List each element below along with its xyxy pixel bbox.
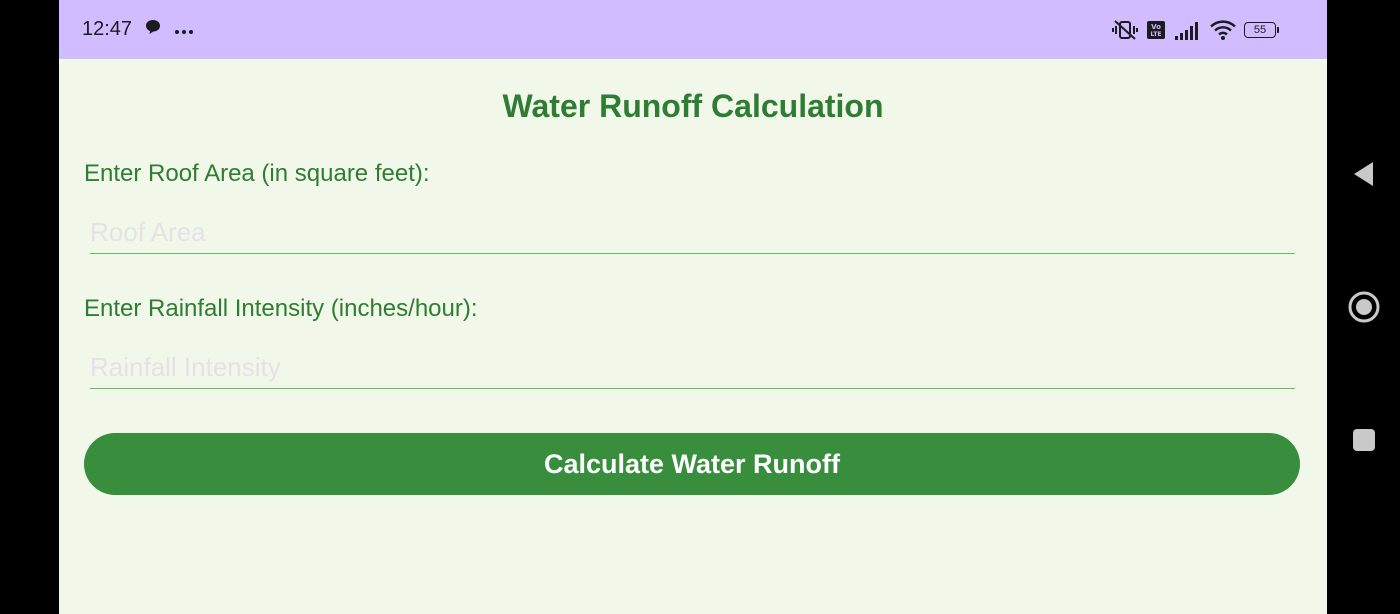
page-title: Water Runoff Calculation	[502, 88, 884, 124]
volte-top-text: Vo	[1151, 23, 1161, 31]
home-icon	[1348, 291, 1379, 323]
back-button[interactable]	[1327, 144, 1400, 204]
roof-area-field-wrap	[90, 203, 1295, 254]
recents-button[interactable]	[1327, 410, 1400, 470]
battery-level: 55	[1244, 21, 1276, 38]
chat-bubble-icon	[144, 18, 162, 42]
back-icon	[1353, 162, 1373, 186]
app-screen: 12:47 Vo LTE 55 Water Runoff Calculation…	[59, 0, 1327, 614]
status-left: 12:47	[82, 0, 194, 59]
rainfall-intensity-label: Enter Rainfall Intensity (inches/hour):	[84, 295, 478, 322]
vibrate-off-icon	[1112, 19, 1138, 41]
rainfall-intensity-input[interactable]	[90, 338, 1295, 388]
signal-icon	[1174, 20, 1202, 40]
rainfall-intensity-field-wrap	[90, 338, 1295, 389]
navigation-bar	[1327, 0, 1400, 614]
volte-icon: Vo LTE	[1146, 20, 1166, 40]
home-button[interactable]	[1327, 277, 1400, 337]
roof-area-input[interactable]	[90, 203, 1295, 253]
battery-icon: 55	[1244, 21, 1279, 38]
status-time: 12:47	[82, 18, 133, 40]
status-right: Vo LTE 55	[1112, 0, 1279, 59]
roof-area-label: Enter Roof Area (in square feet):	[84, 160, 430, 187]
recents-icon	[1352, 429, 1375, 451]
status-bar: 12:47 Vo LTE 55	[59, 0, 1327, 59]
more-dots-icon	[174, 18, 194, 41]
wifi-icon	[1210, 19, 1236, 40]
volte-bottom-text: LTE	[1150, 31, 1161, 38]
calculate-water-runoff-button[interactable]: Calculate Water Runoff	[84, 433, 1300, 495]
battery-tip	[1277, 26, 1279, 33]
